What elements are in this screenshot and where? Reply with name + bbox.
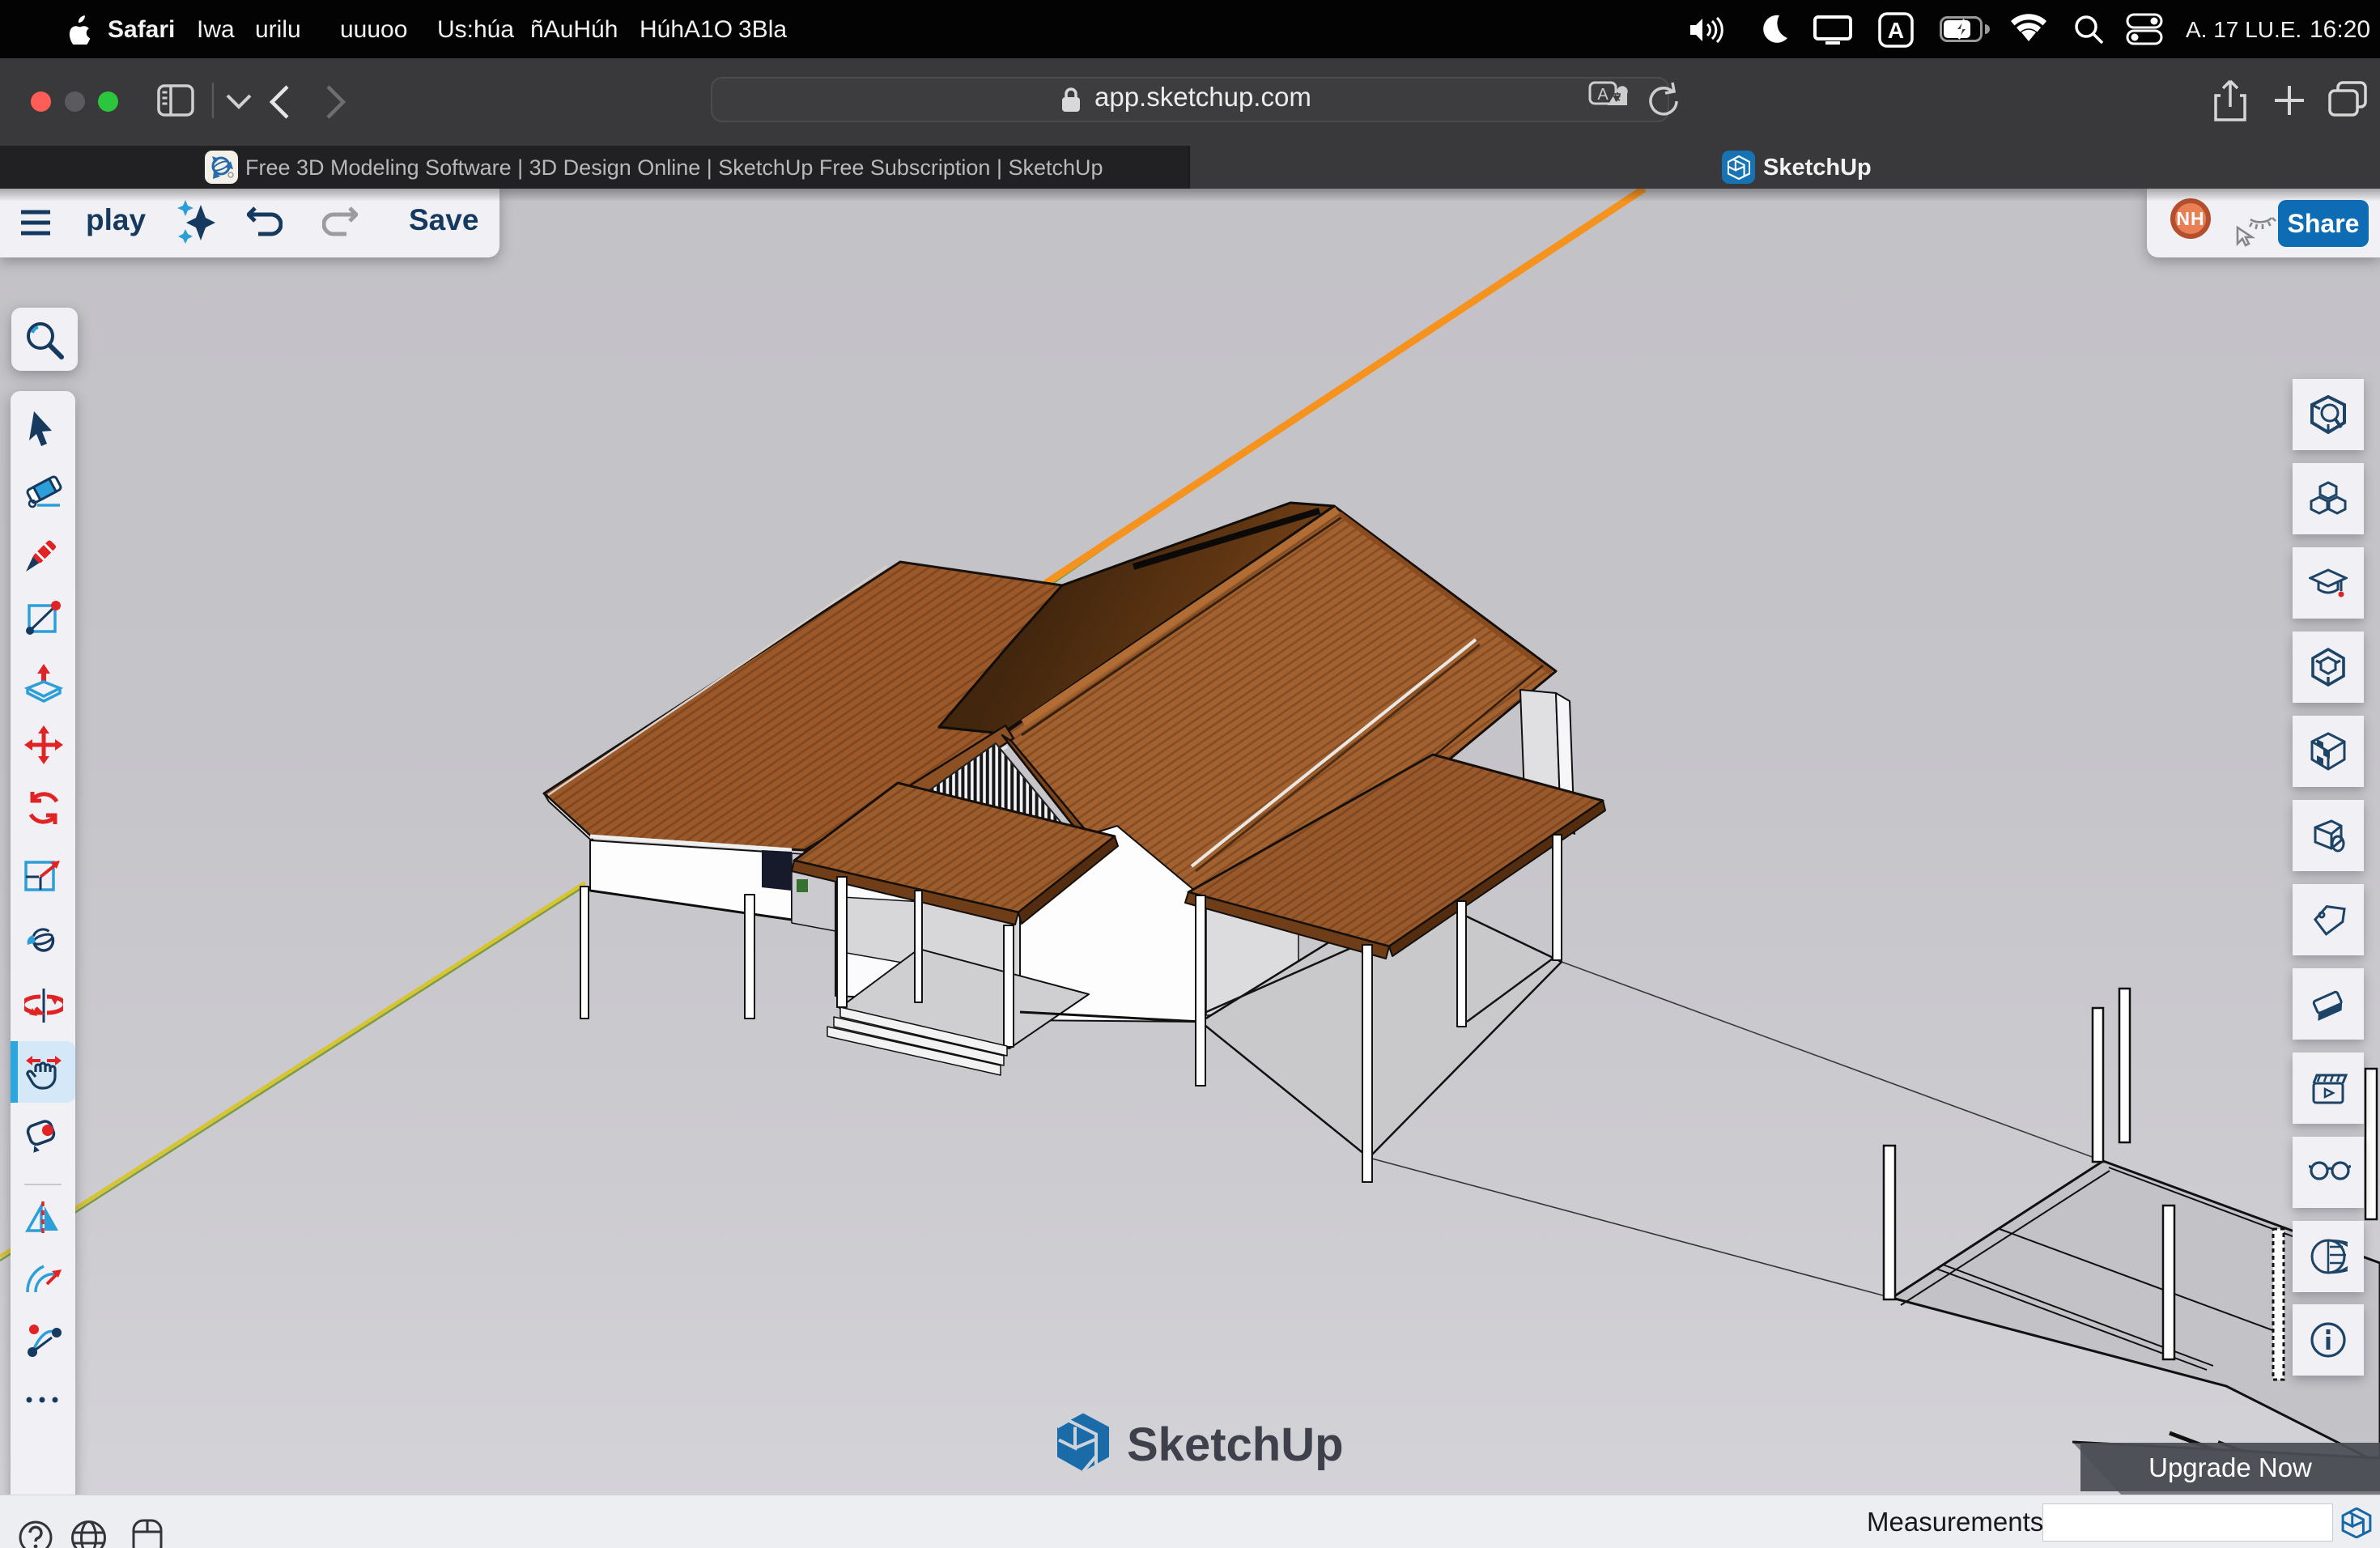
svg-text:A: A bbox=[1597, 86, 1609, 104]
svg-text:A: A bbox=[1888, 18, 1904, 43]
